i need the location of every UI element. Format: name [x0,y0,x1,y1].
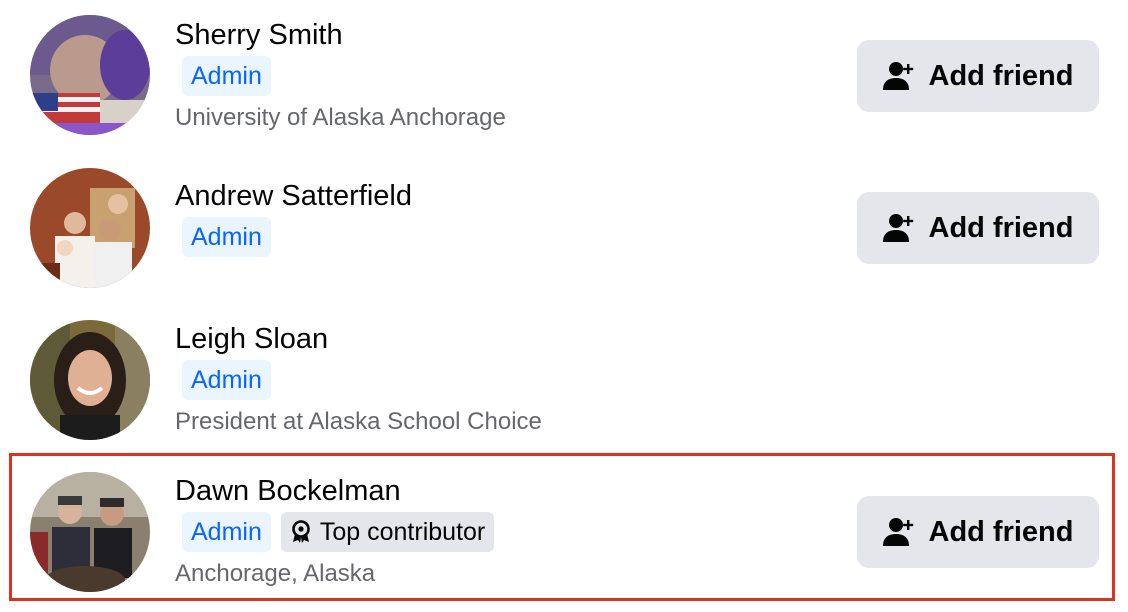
avatar-image [30,320,150,440]
list-item: Sherry Smith Admin University of Alaska … [0,0,1128,150]
add-friend-button[interactable]: Add friend [857,40,1099,112]
list-item: Leigh Sloan Admin President at Alaska Sc… [0,300,1128,450]
add-friend-icon [882,214,913,242]
avatar-image [30,15,150,135]
badge-group: Admin Top contributor [182,512,495,552]
badge-group: Admin [182,217,271,257]
add-friend-icon [882,62,913,90]
add-friend-label: Add friend [928,211,1074,244]
avatar[interactable] [30,168,150,288]
badge-group: Admin [182,56,271,96]
member-name[interactable]: Andrew Satterfield [175,178,412,214]
admin-badge: Admin [182,360,271,400]
add-friend-button[interactable]: Add friend [857,496,1099,568]
badge-group: Admin [182,360,271,400]
avatar-image [30,472,150,592]
add-friend-icon [882,518,913,546]
member-subtitle: Anchorage, Alaska [175,560,376,587]
member-name[interactable]: Leigh Sloan [175,321,328,357]
avatar[interactable] [30,472,150,592]
member-name[interactable]: Sherry Smith [175,17,343,53]
add-friend-label: Add friend [928,515,1074,548]
award-icon [292,520,310,543]
member-name[interactable]: Dawn Bockelman [175,473,401,509]
top-contributor-label: Top contributor [319,517,486,546]
avatar-image [30,168,150,288]
list-item: Dawn Bockelman Admin Top contributor Anc… [0,450,1128,612]
admin-badge: Admin [182,512,271,552]
list-item: Andrew Satterfield Admin Add friend [0,150,1128,300]
admin-badge: Admin [182,56,271,96]
avatar[interactable] [30,15,150,135]
member-subtitle: President at Alaska School Choice [175,408,542,435]
add-friend-label: Add friend [928,59,1074,92]
top-contributor-badge: Top contributor [280,512,495,552]
avatar[interactable] [30,320,150,440]
add-friend-button[interactable]: Add friend [857,192,1099,264]
member-subtitle: University of Alaska Anchorage [175,104,506,131]
member-list: Sherry Smith Admin University of Alaska … [0,0,1128,612]
admin-badge: Admin [182,217,271,257]
